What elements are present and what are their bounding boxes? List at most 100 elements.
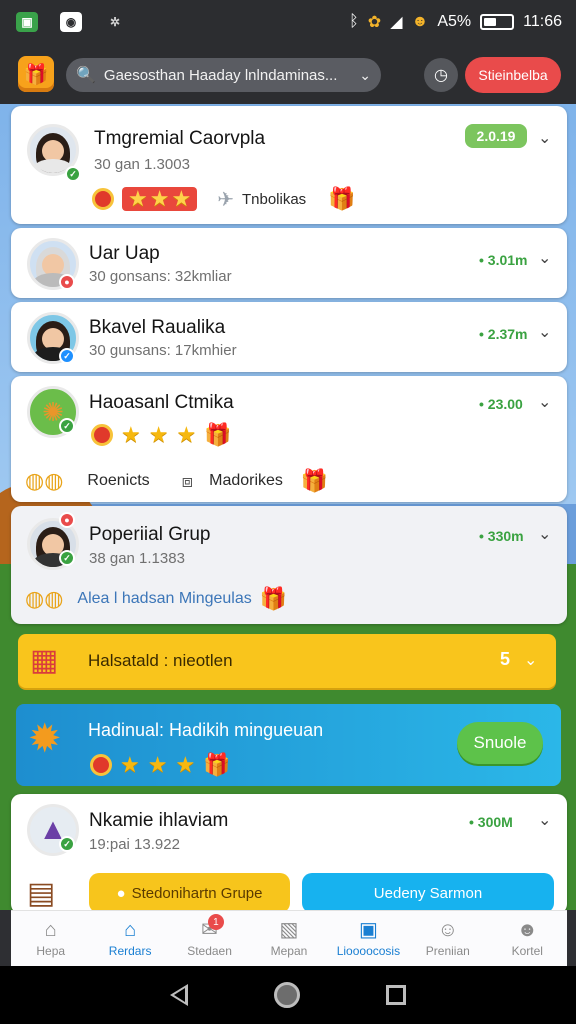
- chevron-down-icon[interactable]: ⌄: [538, 524, 551, 544]
- top-bar: 🎁 🔍 Gaesosthan Haaday lnlndaminas... ⌄ ◷…: [0, 46, 576, 104]
- promo-banner[interactable]: ▦ Halsatald : nieotlen 5 ⌄: [18, 634, 556, 688]
- chevron-down-icon[interactable]: ⌄: [524, 650, 537, 670]
- item-name: Nkamie ihlaviam: [89, 810, 229, 831]
- list-item[interactable]: ● ✓ Poperiial Grup 38 gan 1.1383 • 330m …: [11, 506, 567, 624]
- gift-icon: 🎁: [204, 422, 232, 447]
- person-icon: ☺: [437, 918, 459, 941]
- online-badge: ✓: [59, 550, 75, 566]
- item-tag: Tnbolikas: [241, 190, 307, 208]
- star-icon: ★: [120, 752, 140, 777]
- tab-frame[interactable]: ▧ Mepan: [249, 911, 328, 966]
- search-icon: 🔍: [76, 67, 96, 84]
- chevron-down-icon[interactable]: ⌄: [538, 392, 551, 412]
- status-bar: ▣ ◉ ✲ ᛒ ✿ ◢ ☻ A5% 11:66: [0, 0, 576, 46]
- battery-percent: A5%: [437, 13, 472, 30]
- gift-icon: 🎁: [300, 468, 329, 493]
- coin-icon: [90, 754, 112, 776]
- tab-label: Lioooocosis: [336, 943, 401, 958]
- pill-label: Stedonihartn Grupe: [131, 884, 263, 902]
- list-item[interactable]: ✓ Bkavel Raualika 30 gunsans: 17kmhier •…: [11, 302, 567, 372]
- house-active-icon: ⌂: [124, 918, 137, 941]
- mascot-icon: ✹: [28, 717, 62, 761]
- gold-stack-icon: ◍◍: [25, 586, 64, 611]
- item-name: Tmgremial Caorvpla: [94, 128, 266, 149]
- coin-icon: [92, 188, 114, 210]
- calendar-icon: ▣: [358, 918, 378, 941]
- pin-icon: ✈: [217, 188, 234, 211]
- items-row: ◍◍ Roenicts ⧈ Madorikes 🎁: [25, 468, 328, 494]
- tab-profile[interactable]: ☻ Kortel: [488, 911, 567, 966]
- online-badge: ✓: [59, 836, 75, 852]
- banner-count: 5: [500, 649, 511, 669]
- banner-action-button[interactable]: Snuole: [457, 722, 543, 764]
- tab-orders[interactable]: ⌂ Rerdars: [90, 911, 169, 966]
- header-action-button[interactable]: Stieinbelba: [465, 57, 561, 93]
- tab-calendar[interactable]: ▣ Lioooocosis: [329, 911, 408, 966]
- star-icon: ★: [176, 422, 197, 447]
- media-notification-icon: ◉: [60, 12, 82, 32]
- chevron-down-icon[interactable]: ⌄: [538, 322, 551, 342]
- list-item[interactable]: ✓ Tmgremial Caorvpla 30 gan 1.3003 2.0.1…: [11, 106, 567, 224]
- person-icon: ☻: [516, 918, 538, 941]
- tab-home[interactable]: ⌂ Hepa: [11, 911, 90, 966]
- chevron-down-icon[interactable]: ⌄: [538, 248, 551, 268]
- banner-label: Hadinual: Hadikih mingueuan: [88, 720, 324, 740]
- item-name: Haoasanl Ctmika: [89, 392, 234, 413]
- chevron-down-icon[interactable]: ⌄: [538, 810, 551, 830]
- note-row: ◍◍ Alea l hadsan Mingeulas 🎁: [25, 586, 287, 612]
- tab-label: Rerdars: [108, 943, 152, 958]
- gift-icon: 🎁: [203, 752, 231, 777]
- home-button-icon[interactable]: [274, 982, 300, 1008]
- star-icon: ★: [148, 422, 169, 447]
- chevron-down-icon[interactable]: ⌄: [538, 128, 551, 148]
- search-text: Gaesosthan Haaday lnlndaminas...: [103, 66, 338, 84]
- battery-icon: [480, 14, 515, 30]
- tab-label: Stedaen: [187, 943, 232, 958]
- tab-label: Preniian: [425, 943, 470, 958]
- level-badge: 2.0.19: [465, 124, 527, 148]
- item-note: Alea l hadsan Mingeulas: [77, 590, 252, 607]
- rewards-row: ★ ★ ★ 🎁: [90, 752, 231, 778]
- tab-chat[interactable]: ✉ Stedaen 1: [170, 911, 249, 966]
- item-subtitle: 30 gunsans: 17kmhier: [89, 342, 237, 359]
- list-item[interactable]: ● Uar Uap 30 gonsans: 32kmliar • 3.01m ⌄: [11, 228, 567, 298]
- chest-icon: ▤: [27, 877, 56, 910]
- item-value: • 23.00: [479, 396, 523, 412]
- status-badge: ●: [59, 274, 75, 290]
- summon-pill-button[interactable]: Uedeny Sarmon: [302, 873, 554, 913]
- gift-icon: 🎁: [259, 586, 288, 611]
- event-banner[interactable]: ✹ Hadinual: Hadikih mingueuan ★ ★ ★ 🎁 Sn…: [16, 704, 561, 786]
- app-logo-icon[interactable]: 🎁: [18, 56, 54, 92]
- star-icon: ★: [121, 422, 141, 447]
- tab-badge: 1: [207, 914, 224, 930]
- group-pill-button[interactable]: ● Stedonihartn Grupe: [89, 873, 290, 913]
- item-value: • 330m: [479, 528, 524, 544]
- item-label-1: Roenicts: [87, 472, 150, 489]
- clock-time: 11:66: [523, 13, 562, 30]
- main-content[interactable]: ✓ Tmgremial Caorvpla 30 gan 1.3003 2.0.1…: [0, 104, 576, 910]
- notification-badge: ●: [59, 512, 75, 528]
- item-value: • 300M: [469, 814, 513, 830]
- search-bar[interactable]: 🔍 Gaesosthan Haaday lnlndaminas... ⌄: [66, 58, 381, 92]
- frame-icon: ▧: [279, 918, 299, 941]
- item-subtitle: 30 gan 1.3003: [94, 156, 190, 173]
- list-item[interactable]: ✺ ✓ Haoasanl Ctmika • 23.00 ⌄ ★ ★ ★ 🎁 ◍◍…: [11, 376, 567, 502]
- rewards-row: ★ ★ ★ 🎁: [91, 422, 232, 448]
- back-icon[interactable]: [170, 984, 188, 1006]
- home-icon: ⌂: [44, 918, 57, 941]
- item-subtitle: 30 gonsans: 32kmliar: [89, 268, 232, 285]
- tab-premium[interactable]: ☺ Preniian: [408, 911, 487, 966]
- history-button[interactable]: ◷: [424, 58, 458, 92]
- rewards-row: ★ ★ ★ ✈ Tnbolikas 🎁: [92, 186, 356, 212]
- bottom-tab-bar: ⌂ Hepa ⌂ Rerdars ✉ Stedaen 1 ▧ Mepan ▣ L…: [11, 910, 567, 966]
- recent-apps-icon[interactable]: [386, 985, 406, 1005]
- coin-icon: [91, 424, 113, 446]
- tab-label: Kortel: [511, 943, 543, 958]
- item-label-2: Madorikes: [209, 472, 283, 489]
- bluetooth-icon: ᛒ: [349, 13, 359, 30]
- signal-icon: ◢: [390, 14, 403, 31]
- online-badge: ✓: [59, 418, 75, 434]
- verified-badge: ✓: [59, 348, 75, 364]
- chevron-down-icon[interactable]: ⌄: [359, 67, 371, 84]
- rating-stars: ★ ★ ★: [122, 187, 198, 211]
